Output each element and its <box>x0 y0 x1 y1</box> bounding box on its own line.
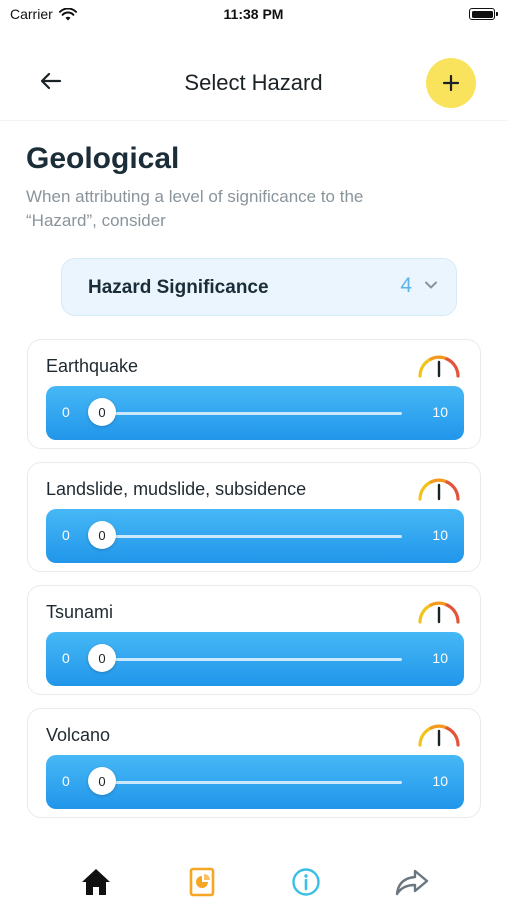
tab-report[interactable] <box>184 864 220 900</box>
slider-thumb[interactable]: 0 <box>88 398 116 426</box>
info-icon <box>292 868 320 896</box>
gauge-icon <box>418 724 460 747</box>
hazard-slider[interactable]: 0 0 10 <box>46 509 464 563</box>
slider-thumb[interactable]: 0 <box>88 767 116 795</box>
hazard-card-earthquake: Earthquake 0 0 10 <box>27 339 481 449</box>
slider-track <box>100 412 402 415</box>
tab-share[interactable] <box>394 864 430 900</box>
share-icon <box>395 869 429 896</box>
slider-track <box>100 658 402 661</box>
section-title: Geological <box>26 142 180 175</box>
tab-home[interactable] <box>78 864 114 900</box>
slider-min-label: 0 <box>62 527 70 543</box>
add-button[interactable] <box>426 58 476 108</box>
slider-min-label: 0 <box>62 404 70 420</box>
hazard-name: Tsunami <box>46 602 114 622</box>
battery-icon <box>469 8 498 20</box>
hazard-significance-label: Hazard Significance <box>88 277 269 298</box>
hazard-name: Volcano <box>46 725 111 745</box>
slider-min-label: 0 <box>62 650 70 666</box>
hazard-significance-value: 4 <box>400 274 412 297</box>
hazard-significance-dropdown[interactable]: Hazard Significance 4 <box>61 258 457 316</box>
slider-track <box>100 781 402 784</box>
hazard-card-volcano: Volcano 0 0 10 <box>27 708 481 818</box>
nav-header: Select Hazard <box>0 46 507 121</box>
bottom-tab-bar <box>0 850 507 900</box>
slider-thumb[interactable]: 0 <box>88 644 116 672</box>
slider-min-label: 0 <box>62 773 70 789</box>
slider-track <box>100 535 402 538</box>
hazard-name: Landslide, mudslide, subsidence <box>46 479 307 499</box>
section-description: When attributing a level of significance… <box>26 187 364 230</box>
slider-max-label: 10 <box>432 650 448 666</box>
slider-max-label: 10 <box>432 527 448 543</box>
document-chart-icon <box>189 867 215 897</box>
gauge-icon <box>418 355 460 378</box>
hazard-name: Earthquake <box>46 356 139 376</box>
chevron-down-icon <box>425 281 437 289</box>
slider-thumb[interactable]: 0 <box>88 521 116 549</box>
plus-icon <box>442 74 460 92</box>
hazard-card-tsunami: Tsunami 0 0 10 <box>27 585 481 695</box>
hazard-slider[interactable]: 0 0 10 <box>46 755 464 809</box>
hazard-card-landslide: Landslide, mudslide, subsidence 0 0 10 <box>27 462 481 572</box>
slider-max-label: 10 <box>432 404 448 420</box>
clock: 11:38 PM <box>223 6 284 22</box>
hazard-slider[interactable]: 0 0 10 <box>46 632 464 686</box>
hazard-slider[interactable]: 0 0 10 <box>46 386 464 440</box>
home-icon <box>82 869 110 895</box>
status-bar: Carrier 11:38 PM <box>0 0 507 30</box>
slider-max-label: 10 <box>432 773 448 789</box>
gauge-icon <box>418 478 460 501</box>
tab-info[interactable] <box>288 864 324 900</box>
gauge-icon <box>418 601 460 624</box>
